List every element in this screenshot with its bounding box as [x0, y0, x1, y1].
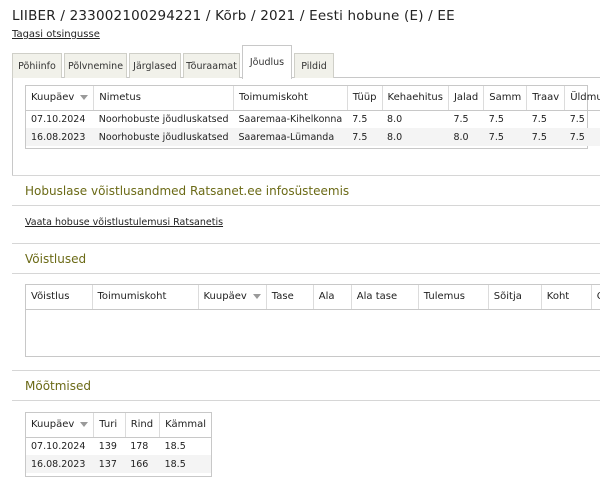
column-header-voistlus[interactable]: Võistlus: [26, 285, 92, 310]
cell-trot: 7.5: [531, 113, 547, 125]
cell-walk: 7.5: [488, 113, 504, 125]
column-header-tulemus[interactable]: Tulemus: [417, 285, 489, 310]
table-header-row: Võistlus Toimumiskoht Kuupäev Tase Ala A…: [26, 285, 600, 310]
cell-chest: 178: [130, 440, 149, 452]
column-header-traav[interactable]: Traav: [526, 86, 565, 111]
measurements-section-title: Mõõtmised: [25, 379, 92, 393]
sort-down-icon[interactable]: [252, 293, 261, 299]
tab-jarglased[interactable]: Järglased: [129, 53, 181, 78]
tab-joudlus[interactable]: Jõudlus: [242, 45, 292, 79]
cell-date: 16.08.2023: [26, 455, 94, 473]
cell-chest: 166: [125, 455, 160, 473]
tab-bar: Põhiinfo Põlvnemine Järglased Tõuraamat …: [12, 45, 600, 79]
column-header-os[interactable]: Os: [590, 285, 600, 310]
column-header-toimumiskoht[interactable]: Toimumiskoht: [233, 86, 348, 111]
cell-date: 16.08.2023: [26, 128, 94, 146]
column-header-ala[interactable]: Ala: [312, 285, 352, 310]
cell-conformation: 8.0: [382, 128, 449, 146]
cell-date: 07.10.2024: [31, 440, 86, 452]
table-row[interactable]: 16.08.2023 137 166 18.5: [26, 455, 211, 473]
performance-table: Kuupäev Nimetus Toimumiskoht Tüüp Kehaeh…: [25, 85, 600, 149]
column-header-kuupaev[interactable]: Kuupäev: [26, 86, 94, 111]
sort-down-icon[interactable]: [80, 421, 89, 427]
cell-legs: 7.5: [453, 113, 469, 125]
section-divider: [12, 243, 600, 244]
cell-overall: 7.5: [569, 113, 585, 125]
column-header-toimumiskoht[interactable]: Toimumiskoht: [91, 285, 198, 310]
cell-cannon: 18.5: [159, 455, 211, 473]
section-divider: [12, 205, 600, 206]
cell-withers: 137: [93, 455, 126, 473]
tab-pildid[interactable]: Pildid: [294, 53, 334, 78]
competitions-table: Võistlus Toimumiskoht Kuupäev Tase Ala A…: [25, 284, 600, 357]
tab-pohiinfo[interactable]: Põhiinfo: [12, 53, 62, 78]
back-to-search-link[interactable]: Tagasi otsingusse: [12, 29, 100, 40]
column-header-soitja[interactable]: Sõitja: [487, 285, 542, 310]
ratsanet-results-link[interactable]: Vaata hobuse võistlustulemusi Ratsanetis: [25, 217, 223, 228]
cell-type: 7.5: [352, 113, 368, 125]
cell-location: Saaremaa-Kihelkonna: [238, 113, 343, 125]
cell-overall: 7.5: [564, 128, 600, 146]
tab-polvnemine[interactable]: Põlvnemine: [64, 53, 127, 78]
cell-conformation: 8.0: [387, 113, 403, 125]
panel-border: [12, 78, 13, 176]
table-header-row: Kuupäev Nimetus Toimumiskoht Tüüp Kehaeh…: [26, 86, 600, 111]
column-header-kehaehitus[interactable]: Kehaehitus: [381, 86, 449, 111]
cell-trot: 7.5: [526, 128, 565, 146]
column-header-rind[interactable]: Rind: [124, 413, 160, 438]
section-divider: [12, 273, 600, 274]
cell-cannon: 18.5: [164, 440, 186, 452]
section-divider: [12, 175, 600, 176]
table-header-row: Kuupäev Turi Rind Kämmal: [26, 413, 211, 438]
column-header-uldmulje[interactable]: Üldmulje: [564, 86, 600, 111]
column-header-ala-tase[interactable]: Ala tase: [350, 285, 419, 310]
table-row[interactable]: 07.10.2024 Noorhobuste jõudluskatsed Saa…: [26, 110, 600, 128]
measurements-table: Kuupäev Turi Rind Kämmal 07.10.2024 139 …: [25, 412, 212, 477]
column-header-kuupaev[interactable]: Kuupäev: [197, 285, 267, 310]
table-row[interactable]: 07.10.2024 139 178 18.5: [26, 437, 211, 455]
cell-legs: 8.0: [448, 128, 484, 146]
tab-touraamat[interactable]: Tõuraamat: [183, 53, 240, 78]
column-header-turi[interactable]: Turi: [93, 413, 126, 438]
cell-name: Noorhobuste jõudluskatsed: [93, 128, 234, 146]
column-header-tuup[interactable]: Tüüp: [346, 86, 383, 111]
section-divider: [12, 370, 600, 371]
column-header-kammal[interactable]: Kämmal: [159, 413, 211, 438]
cell-location: Saaremaa-Lümanda: [233, 128, 348, 146]
ratsanet-section-title: Hobuslase võistlusandmed Ratsanet.ee inf…: [25, 184, 350, 198]
cell-name: Noorhobuste jõudluskatsed: [98, 113, 229, 125]
section-divider: [12, 400, 600, 401]
cell-walk: 7.5: [483, 128, 527, 146]
column-header-samm[interactable]: Samm: [483, 86, 527, 111]
cell-date: 07.10.2024: [31, 113, 86, 125]
column-header-koht[interactable]: Koht: [540, 285, 592, 310]
page-title: LIIBER / 233002100294221 / Kõrb / 2021 /…: [12, 8, 455, 24]
cell-withers: 139: [98, 440, 117, 452]
column-header-jalad[interactable]: Jalad: [447, 86, 484, 111]
table-row[interactable]: 16.08.2023 Noorhobuste jõudluskatsed Saa…: [26, 128, 600, 146]
column-header-tase[interactable]: Tase: [265, 285, 314, 310]
sort-down-icon[interactable]: [80, 94, 89, 100]
column-header-kuupaev[interactable]: Kuupäev: [26, 413, 94, 438]
competitions-section-title: Võistlused: [25, 252, 87, 266]
cell-type: 7.5: [347, 128, 383, 146]
column-header-nimetus[interactable]: Nimetus: [93, 86, 234, 111]
